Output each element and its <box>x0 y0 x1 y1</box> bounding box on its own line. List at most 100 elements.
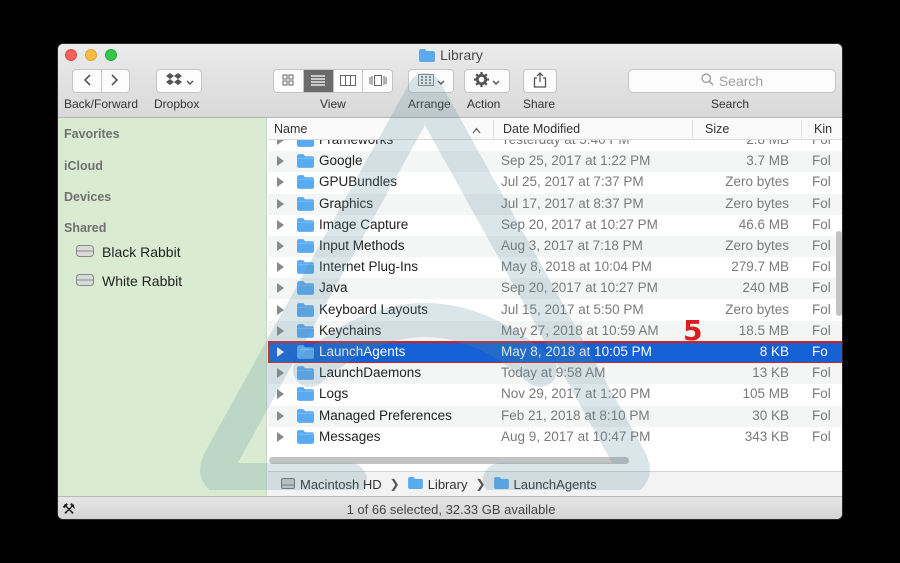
file-name: Image Capture <box>319 216 409 232</box>
view-mode-control[interactable] <box>273 69 393 93</box>
table-row-selected[interactable]: LaunchAgents May 8, 2018 at 10:05 PM 8 KB F… <box>268 341 842 364</box>
table-row[interactable]: Image Capture Sep 20, 2017 at 10:27 PM 46.… <box>268 215 842 236</box>
sidebar-section-favorites[interactable]: Favorites <box>64 127 120 141</box>
search-field[interactable]: Search <box>628 69 836 93</box>
column-divider[interactable] <box>493 120 494 138</box>
disclosure-triangle-icon[interactable] <box>277 262 284 273</box>
horizontal-scrollbar[interactable] <box>269 457 629 464</box>
status-text: 1 of 66 selected, 32.33 GB available <box>346 502 556 517</box>
sidebar-item-label: White Rabbit <box>102 273 183 289</box>
back-forward-control[interactable] <box>72 69 130 93</box>
file-kind: Fol <box>812 238 831 253</box>
file-kind: Fol <box>812 365 831 381</box>
table-row[interactable]: Graphics Jul 17, 2017 at 8:37 PM Zero byte… <box>268 193 842 215</box>
folder-icon <box>297 345 314 362</box>
folder-icon <box>297 387 314 404</box>
file-size: 343 KB <box>744 428 789 444</box>
sidebar-item-white-rabbit[interactable]: White Rabbit <box>76 273 182 289</box>
disclosure-triangle-icon[interactable] <box>277 140 284 145</box>
file-date: Sep 25, 2017 at 1:22 PM <box>501 153 651 169</box>
toolbar: Library Back/Forward Dropbox View Arrang… <box>58 44 842 118</box>
dropbox-icon <box>165 72 183 90</box>
table-row[interactable]: Google Sep 25, 2017 at 1:22 PM 3.7 MB Fol <box>268 151 842 173</box>
cover-flow-button[interactable] <box>363 70 392 92</box>
disclosure-triangle-icon[interactable] <box>277 368 284 379</box>
folder-icon <box>297 429 314 447</box>
forward-button[interactable] <box>102 70 130 92</box>
file-kind: Fol <box>812 322 831 338</box>
column-size[interactable]: Size <box>705 122 729 136</box>
disclosure-triangle-icon[interactable] <box>277 389 284 400</box>
icon-view-button[interactable] <box>274 70 304 92</box>
table-row[interactable]: GPUBundles Jul 25, 2017 at 7:37 PM Zero by… <box>268 172 842 193</box>
file-kind: Fol <box>812 216 831 232</box>
file-date: Yesterday at 5:40 PM <box>501 140 630 147</box>
sidebar-section-icloud[interactable]: iCloud <box>64 159 103 173</box>
path-item-macintosh-hd[interactable]: Macintosh HD <box>281 476 382 493</box>
table-row[interactable]: Internet Plug-Ins May 8, 2018 at 10:04 PM… <box>268 257 842 278</box>
disclosure-triangle-icon[interactable] <box>277 431 284 442</box>
window-title-text: Library <box>440 47 483 63</box>
action-label: Action <box>467 97 501 111</box>
column-divider[interactable] <box>801 120 802 138</box>
sort-ascending-icon[interactable] <box>472 123 481 137</box>
table-row[interactable]: Messages Aug 9, 2017 at 10:47 PM 343 KB Fol <box>268 427 842 448</box>
disclosure-triangle-icon[interactable] <box>277 325 284 336</box>
path-item-label: Library <box>427 476 468 492</box>
sidebar-item-black-rabbit[interactable]: Black Rabbit <box>76 244 181 260</box>
file-name: Frameworks <box>319 140 393 147</box>
network-drive-icon <box>76 273 94 289</box>
path-item-launchagents[interactable]: LaunchAgents <box>493 476 597 492</box>
disclosure-triangle-icon[interactable] <box>277 177 284 188</box>
table-row[interactable]: Managed Preferences Feb 21, 2018 at 8:10 … <box>268 405 842 427</box>
file-name: Messages <box>319 428 381 444</box>
disclosure-triangle-icon[interactable] <box>277 156 284 167</box>
table-row[interactable]: Keyboard Layouts Jul 15, 2017 at 5:50 PM Z… <box>268 300 842 321</box>
table-row[interactable]: Java Sep 20, 2017 at 10:27 PM 240 MB Fol <box>268 278 842 300</box>
table-row[interactable]: Frameworks Yesterday at 5:40 PM 2.8 MB Fol <box>268 140 842 151</box>
file-name: Graphics <box>319 195 374 211</box>
folder-icon <box>297 281 314 298</box>
path-item-label: Macintosh HD <box>300 476 382 492</box>
file-date: Jul 15, 2017 at 5:50 PM <box>501 301 644 317</box>
chevron-down-icon <box>186 74 194 89</box>
path-separator-icon: ❯ <box>475 477 486 491</box>
column-kind[interactable]: Kin <box>814 122 832 136</box>
file-date: Jul 17, 2017 at 8:37 PM <box>501 195 644 211</box>
file-name: LaunchAgents <box>319 344 406 359</box>
back-button[interactable] <box>73 70 102 92</box>
disclosure-triangle-icon[interactable] <box>277 347 284 357</box>
action-button[interactable] <box>464 69 510 93</box>
disclosure-triangle-icon[interactable] <box>277 198 284 209</box>
arrange-button[interactable] <box>408 69 454 93</box>
share-button[interactable] <box>523 69 557 93</box>
column-view-button[interactable] <box>334 70 364 92</box>
file-kind: Fol <box>812 428 831 444</box>
dropbox-button[interactable] <box>156 69 202 93</box>
sidebar: Favorites iCloud Devices Shared Black Ra… <box>58 118 267 496</box>
disclosure-triangle-icon[interactable] <box>277 219 284 230</box>
vertical-scrollbar[interactable] <box>836 231 842 316</box>
sidebar-section-devices[interactable]: Devices <box>64 190 111 204</box>
column-date-modified[interactable]: Date Modified <box>503 122 580 136</box>
table-row[interactable]: LaunchDaemons Today at 9:58 AM 13 KB Fol <box>268 363 842 385</box>
disclosure-triangle-icon[interactable] <box>277 241 284 251</box>
folder-icon <box>419 48 436 66</box>
disclosure-triangle-icon[interactable] <box>277 410 284 421</box>
file-date: Aug 9, 2017 at 10:47 PM <box>501 428 651 444</box>
chevron-down-icon <box>492 74 500 89</box>
column-divider[interactable] <box>692 120 693 138</box>
column-name[interactable]: Name <box>274 122 307 136</box>
table-row[interactable]: Keychains May 27, 2018 at 10:59 AM 18.5 MB… <box>268 320 842 342</box>
share-icon <box>533 71 547 91</box>
table-row[interactable]: Input Methods Aug 3, 2017 at 7:18 PM Zero … <box>268 236 842 257</box>
dropbox-label: Dropbox <box>154 97 200 111</box>
table-row[interactable]: Logs Nov 29, 2017 at 1:20 PM 105 MB Fol <box>268 384 842 405</box>
list-view-button[interactable] <box>303 70 334 92</box>
path-item-library[interactable]: Library <box>407 476 468 492</box>
sidebar-section-shared[interactable]: Shared <box>64 221 106 235</box>
folder-icon <box>297 302 314 320</box>
file-size: 46.6 MB <box>738 216 789 232</box>
disclosure-triangle-icon[interactable] <box>277 283 284 294</box>
disclosure-triangle-icon[interactable] <box>277 304 284 315</box>
